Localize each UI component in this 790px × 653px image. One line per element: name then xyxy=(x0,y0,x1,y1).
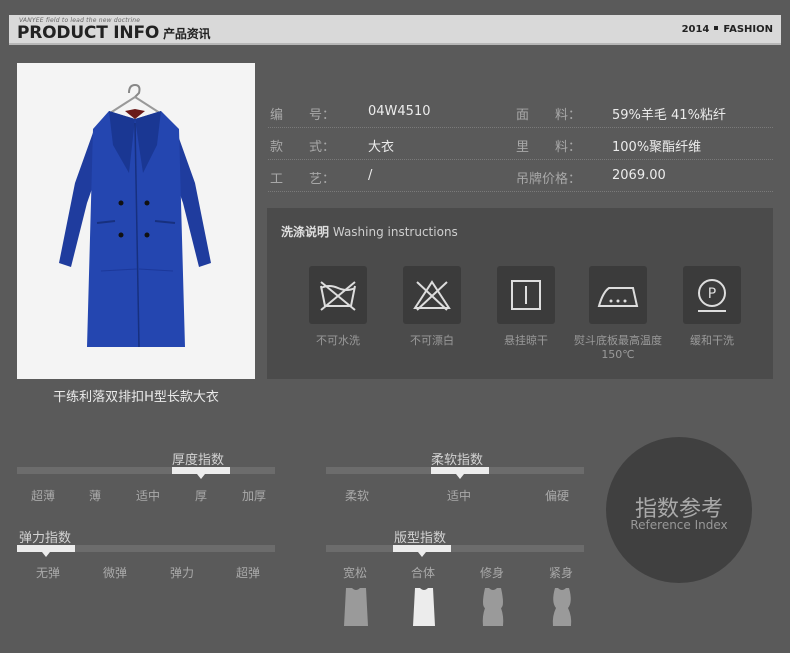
page-title-zh: 产品资讯 xyxy=(163,27,211,41)
softness-pointer xyxy=(456,474,464,479)
separator-dot xyxy=(714,26,719,30)
info-label: 吊牌价格： xyxy=(516,172,582,187)
washing-title-en: Washing instructions xyxy=(332,225,458,239)
fit-pointer xyxy=(418,552,426,557)
elasticity-title: 弹力指数 xyxy=(19,531,72,546)
fashion-label: FASHION xyxy=(723,24,773,35)
info-label: 款 式： xyxy=(270,140,336,155)
year-label: 2014 xyxy=(681,24,710,35)
slim-fit-icon xyxy=(482,588,504,626)
softness-title: 柔软指数 xyxy=(431,453,484,468)
iron-icon xyxy=(589,266,647,324)
tight-fit-icon xyxy=(552,588,572,626)
info-label: 编 号： xyxy=(270,108,336,123)
softness-selected-segment xyxy=(431,467,489,474)
reference-index-badge: 指数参考 Reference Index xyxy=(606,437,752,583)
elasticity-option: 无弹 xyxy=(35,566,61,580)
info-row: 工 艺： / 吊牌价格： 2069.00 xyxy=(268,160,773,192)
fit-option: 合体 xyxy=(410,566,436,580)
product-caption: 干练利落双排扣H型长款大衣 xyxy=(53,390,219,405)
thickness-option: 加厚 xyxy=(241,489,267,503)
washing-panel: 洗涤说明 Washing instructions 不可水洗 不可漂白 悬挂晾干… xyxy=(267,208,773,379)
info-value: 04W4510 xyxy=(368,104,431,119)
thickness-title: 厚度指数 xyxy=(172,453,225,468)
dry-clean-icon: P xyxy=(683,266,741,324)
info-value: 2069.00 xyxy=(612,168,666,183)
reference-title-en: Reference Index xyxy=(630,518,728,532)
fit-option: 修身 xyxy=(479,566,505,580)
softness-option: 偏硬 xyxy=(544,489,570,503)
fit-option: 宽松 xyxy=(342,566,368,580)
softness-option: 适中 xyxy=(446,489,472,503)
elasticity-option: 超弹 xyxy=(235,566,261,580)
elasticity-scale xyxy=(17,545,275,557)
dry-clean-label: 缓和干洗 xyxy=(690,334,734,347)
thickness-option: 超薄 xyxy=(30,489,56,503)
fit-selected-segment xyxy=(393,545,451,552)
iron-label: 熨斗底板最高温度150℃ xyxy=(574,334,662,361)
elasticity-option: 弹力 xyxy=(169,566,195,580)
elasticity-selected-segment xyxy=(17,545,75,552)
thickness-option: 薄 xyxy=(88,489,102,503)
softness-option: 柔软 xyxy=(344,489,370,503)
regular-fit-icon xyxy=(413,588,435,626)
info-value: / xyxy=(368,168,373,183)
header-bar: VANYEE field to lead the new doctrine PR… xyxy=(9,15,781,45)
washing-title-zh: 洗涤说明 xyxy=(281,225,330,239)
fit-scale xyxy=(326,545,584,557)
info-value: 59%羊毛 41%粘纤 xyxy=(612,108,726,123)
coat-illustration xyxy=(59,83,211,348)
page-title-en: PRODUCT INFO xyxy=(17,23,160,43)
info-row: 款 式： 大衣 里 料： 100%聚酯纤维 xyxy=(268,128,773,160)
no-bleach-icon xyxy=(403,266,461,324)
hang-dry-label: 悬挂晾干 xyxy=(504,334,548,347)
thickness-option: 适中 xyxy=(135,489,161,503)
info-label: 里 料： xyxy=(516,140,582,155)
washing-title: 洗涤说明 Washing instructions xyxy=(281,223,458,240)
info-value: 100%聚酯纤维 xyxy=(612,140,702,155)
product-image xyxy=(17,63,255,379)
info-row: 编 号： 04W4510 面 料： 59%羊毛 41%粘纤 xyxy=(268,96,773,128)
loose-fit-icon xyxy=(344,588,368,626)
info-value: 大衣 xyxy=(368,140,395,155)
fit-title: 版型指数 xyxy=(394,531,447,546)
no-wash-label: 不可水洗 xyxy=(316,334,360,347)
softness-scale xyxy=(326,467,584,479)
no-bleach-label: 不可漂白 xyxy=(410,334,454,347)
no-wash-icon xyxy=(309,266,367,324)
year-fashion: 2014 FASHION xyxy=(682,24,773,35)
fit-option: 紧身 xyxy=(548,566,574,580)
thickness-selected-segment xyxy=(172,467,230,474)
info-label: 面 料： xyxy=(516,108,582,123)
info-label: 工 艺： xyxy=(270,172,336,187)
svg-text:P: P xyxy=(708,286,716,302)
thickness-scale xyxy=(17,467,275,479)
elasticity-option: 微弹 xyxy=(102,566,128,580)
thickness-option: 厚 xyxy=(194,489,208,503)
hang-dry-icon xyxy=(497,266,555,324)
page-title: PRODUCT INFO 产品资讯 xyxy=(17,23,211,43)
thickness-pointer xyxy=(197,474,205,479)
elasticity-pointer xyxy=(42,552,50,557)
